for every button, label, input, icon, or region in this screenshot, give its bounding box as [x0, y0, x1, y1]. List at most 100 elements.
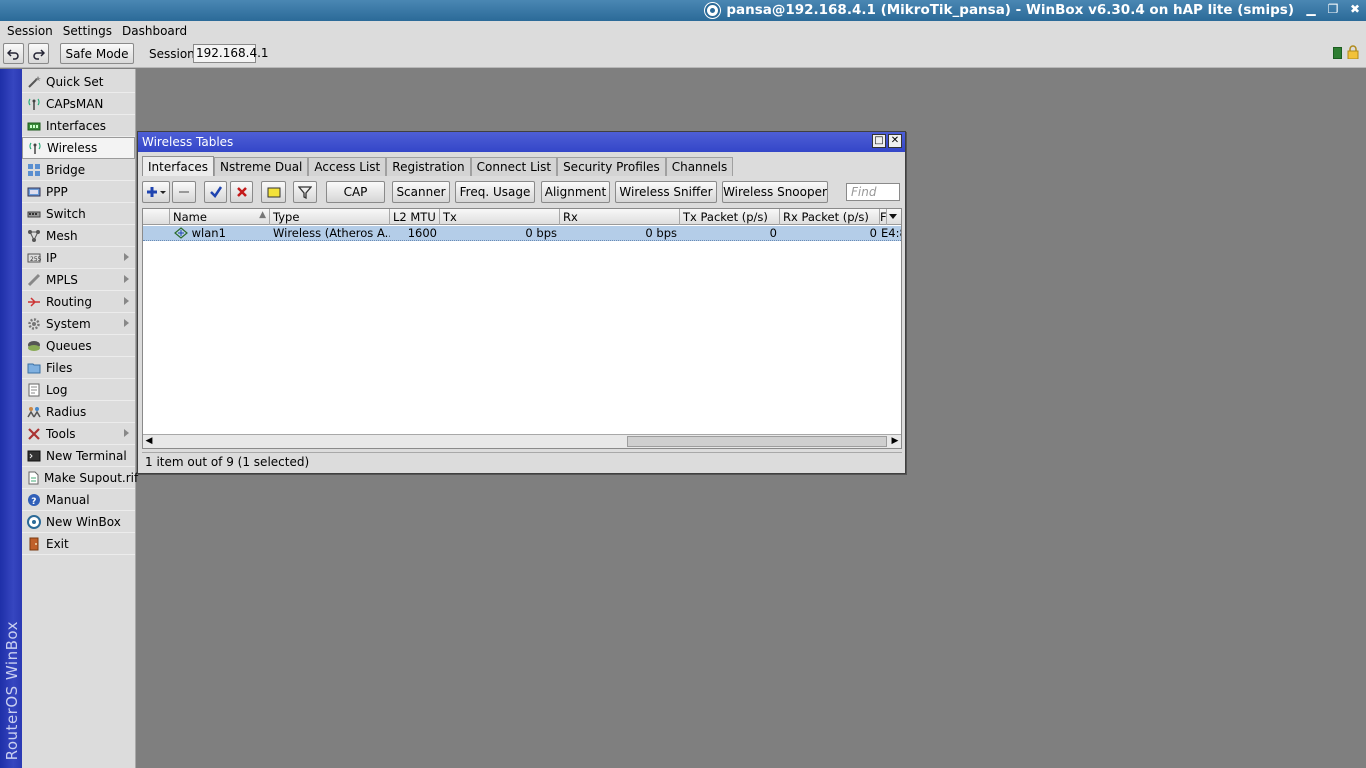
column-header-rx[interactable]: Rx — [560, 209, 680, 225]
table-row[interactable]: wlan1 Wireless (Atheros A... 1600 0 bps … — [143, 226, 901, 241]
freq-usage-button[interactable]: Freq. Usage — [455, 181, 535, 203]
tab-access-list[interactable]: Access List — [308, 157, 387, 176]
exit-icon — [26, 536, 42, 552]
sidebar-item-label: Mesh — [46, 228, 78, 243]
horizontal-scrollbar[interactable]: ◀ ▶ — [143, 434, 901, 448]
connection-status-icon — [1333, 47, 1342, 59]
undo-button[interactable] — [3, 43, 24, 64]
sidebar-item-wireless[interactable]: Wireless — [22, 137, 135, 159]
close-icon[interactable]: ✖ — [1348, 2, 1362, 16]
column-header-tx-packet[interactable]: Tx Packet (p/s) — [680, 209, 780, 225]
menu-session[interactable]: Session — [2, 24, 58, 38]
sidebar-item-manual[interactable]: ? Manual — [22, 489, 135, 511]
sidebar-item-new-winbox[interactable]: New WinBox — [22, 511, 135, 533]
maximize-icon: □ — [874, 135, 884, 146]
alignment-button[interactable]: Alignment — [541, 181, 610, 203]
menu-settings[interactable]: Settings — [58, 24, 117, 38]
wireless-interface-icon — [174, 227, 188, 239]
comment-button[interactable] — [261, 181, 286, 203]
maximize-icon[interactable]: ❐ — [1326, 2, 1340, 16]
sidebar-item-label: IP — [46, 250, 57, 265]
folder-icon — [26, 360, 42, 376]
tab-nstreme-dual[interactable]: Nstreme Dual — [213, 157, 309, 176]
wireless-snooper-button[interactable]: Wireless Snooper — [722, 181, 828, 203]
tab-registration[interactable]: Registration — [386, 157, 471, 176]
sidebar-item-make-supout[interactable]: Make Supout.rif — [22, 467, 139, 489]
disable-button[interactable] — [230, 181, 253, 203]
tab-connect-list[interactable]: Connect List — [470, 157, 558, 176]
add-icon — [147, 187, 166, 197]
wand-icon — [26, 74, 42, 90]
routing-icon — [26, 294, 42, 310]
tab-interfaces[interactable]: Interfaces — [142, 156, 214, 176]
redo-button[interactable] — [28, 43, 49, 64]
window-tabs: Interfaces Nstreme Dual Access List Regi… — [142, 156, 734, 176]
column-header-type[interactable]: Type — [270, 209, 390, 225]
interfaces-icon — [26, 118, 42, 134]
tab-channels[interactable]: Channels — [665, 157, 734, 176]
sidebar-item-radius[interactable]: Radius — [22, 401, 135, 423]
column-header-flags[interactable] — [143, 209, 170, 225]
sidebar-item-quick-set[interactable]: Quick Set — [22, 71, 135, 93]
menu-dashboard[interactable]: Dashboard — [117, 24, 192, 38]
window-titlebar[interactable]: Wireless Tables □ ✕ — [138, 132, 905, 152]
sidebar-item-routing[interactable]: Routing — [22, 291, 135, 313]
filter-button[interactable] — [293, 181, 317, 203]
sidebar-item-log[interactable]: Log — [22, 379, 135, 401]
sidebar-item-label: Make Supout.rif — [44, 470, 139, 485]
sidebar-item-queues[interactable]: Queues — [22, 335, 135, 357]
ip-icon: 255 — [26, 250, 42, 266]
switch-icon — [26, 206, 42, 222]
safe-mode-button[interactable]: Safe Mode — [60, 43, 134, 64]
wireless-sniffer-button[interactable]: Wireless Sniffer — [615, 181, 717, 203]
submenu-arrow-icon — [124, 297, 129, 305]
svg-text:255: 255 — [30, 256, 41, 263]
column-header-name[interactable]: Name ▲ — [170, 209, 270, 225]
column-header-rx-packet[interactable]: Rx Packet (p/s) — [780, 209, 880, 225]
session-field[interactable]: 192.168.4.1 — [193, 44, 269, 63]
os-titlebar: pansa@192.168.4.1 (MikroTik_pansa) - Win… — [0, 0, 1366, 21]
column-header-tx[interactable]: Tx — [440, 209, 560, 225]
scrollbar-thumb[interactable] — [627, 436, 887, 447]
cell-name: wlan1 — [171, 226, 270, 241]
minimize-icon[interactable]: ▁ — [1304, 2, 1318, 16]
tab-security-profiles[interactable]: Security Profiles — [557, 157, 666, 176]
window-close-button[interactable]: ✕ — [888, 134, 902, 148]
find-input[interactable]: Find — [846, 183, 900, 201]
scroll-left-icon[interactable]: ◀ — [143, 436, 155, 447]
cell-tx-packet: 0 — [769, 226, 777, 240]
help-icon: ? — [26, 492, 42, 508]
sidebar-item-label: Quick Set — [46, 74, 104, 89]
sidebar-item-files[interactable]: Files — [22, 357, 135, 379]
column-header-extra[interactable]: F — [880, 209, 887, 225]
cell-extra: E4:8 — [881, 226, 901, 240]
cap-button[interactable]: CAP — [326, 181, 385, 203]
winbox-logo-icon — [705, 2, 721, 18]
sidebar-item-label: System — [46, 316, 91, 331]
sidebar-item-switch[interactable]: Switch — [22, 203, 135, 225]
enable-button[interactable] — [204, 181, 227, 203]
sidebar-item-mpls[interactable]: MPLS — [22, 269, 135, 291]
remove-button[interactable] — [172, 181, 196, 203]
column-menu-button[interactable] — [887, 209, 901, 225]
scanner-button[interactable]: Scanner — [392, 181, 450, 203]
sidebar-item-tools[interactable]: Tools — [22, 423, 135, 445]
sidebar-item-bridge[interactable]: Bridge — [22, 159, 135, 181]
add-button[interactable] — [142, 181, 170, 203]
window-maximize-button[interactable]: □ — [872, 134, 886, 148]
sidebar-item-ip[interactable]: 255 IP — [22, 247, 135, 269]
column-header-l2mtu[interactable]: L2 MTU — [390, 209, 440, 225]
scroll-right-icon[interactable]: ▶ — [889, 436, 901, 447]
wireless-tables-window[interactable]: Wireless Tables □ ✕ Interfaces Nstreme D… — [137, 131, 906, 474]
sidebar-item-system[interactable]: System — [22, 313, 135, 335]
sidebar-item-interfaces[interactable]: Interfaces — [22, 115, 135, 137]
sidebar-item-capsman[interactable]: CAPsMAN — [22, 93, 135, 115]
sidebar-item-mesh[interactable]: Mesh — [22, 225, 135, 247]
close-icon: ✕ — [890, 135, 900, 146]
sidebar-item-exit[interactable]: Exit — [22, 533, 135, 555]
redo-icon — [33, 49, 45, 60]
sidebar-item-new-terminal[interactable]: New Terminal — [22, 445, 135, 467]
submenu-arrow-icon — [124, 429, 129, 437]
check-icon — [209, 186, 222, 198]
sidebar-item-ppp[interactable]: PPP — [22, 181, 135, 203]
